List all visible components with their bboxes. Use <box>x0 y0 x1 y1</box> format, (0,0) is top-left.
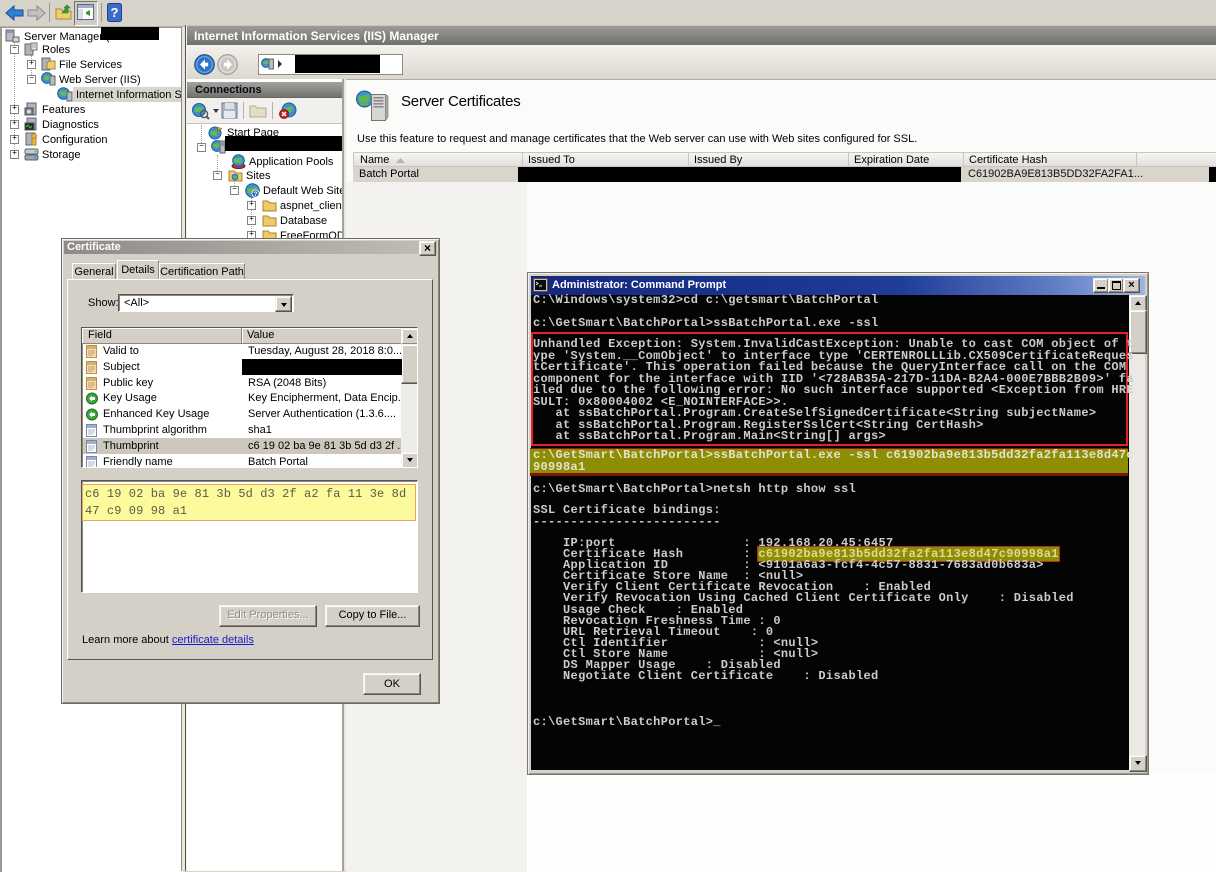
svg-text:?: ? <box>111 5 119 20</box>
svg-text:?: ? <box>254 191 258 198</box>
